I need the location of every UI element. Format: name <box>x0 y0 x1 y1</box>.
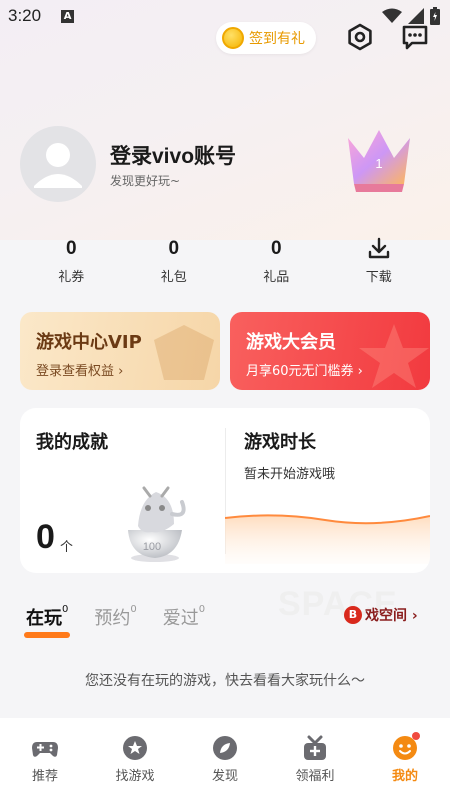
nav-label: 找游戏 <box>115 769 155 784</box>
stat-value: 0 <box>65 238 77 259</box>
game-tabs: 在玩0 预约0 爱过0 <box>24 604 231 638</box>
tab-loved[interactable]: 爱过0 <box>163 604 205 630</box>
nav-recommend[interactable]: 推荐 <box>0 734 90 800</box>
nav-label: 领福利 <box>295 769 335 784</box>
tab-count: 0 <box>198 604 206 615</box>
game-center-vip-card[interactable]: 游戏中心VIP 登录查看权益 › <box>20 312 220 390</box>
membership-title: 游戏大会员 <box>246 332 336 353</box>
nav-find-games[interactable]: 找游戏 <box>90 734 180 800</box>
stats-row: 0 礼券 0 礼包 0 礼品 下载 <box>20 236 430 292</box>
stat-label: 礼品 <box>263 270 290 285</box>
stat-label: 礼券 <box>58 270 85 285</box>
stat-label: 礼包 <box>160 270 187 285</box>
playtime-wave-graph <box>225 514 430 564</box>
nav-label: 推荐 <box>31 769 58 784</box>
signin-reward-button[interactable]: 签到有礼 <box>216 22 316 54</box>
tab-count: 0 <box>130 604 137 615</box>
star-badge-icon <box>123 736 147 760</box>
dragon-trophy-icon: 100 <box>128 486 186 562</box>
gamepad-icon <box>32 742 58 757</box>
stat-downloads[interactable]: 下载 <box>328 236 431 292</box>
download-icon <box>368 237 389 259</box>
stat-label: 下载 <box>365 270 392 285</box>
trophy-badge-text: 100 <box>143 541 161 553</box>
vip-crest-decoration <box>154 325 214 380</box>
stat-gifts[interactable]: 0 礼品 <box>225 236 328 292</box>
empty-state-message: 您还没有在玩的游戏，快去看看大家玩什么～ <box>85 673 365 689</box>
stat-value: 0 <box>270 238 282 259</box>
nav-label: 发现 <box>211 769 238 784</box>
achievements-count: 0 <box>36 518 55 556</box>
battery-icon <box>430 7 440 25</box>
tab-active-indicator <box>24 632 70 638</box>
avatar[interactable] <box>20 126 96 202</box>
tab-label: 预约 <box>94 608 131 629</box>
coin-icon <box>222 27 244 49</box>
bottom-nav: 推荐 找游戏 发现 领福利 我的 <box>0 718 450 800</box>
vip-subtitle: 登录查看权益 › <box>36 364 124 379</box>
login-subtitle: 发现更好玩~ <box>110 174 181 188</box>
game-space-logo-icon: B <box>344 606 362 624</box>
crown-level-icon[interactable]: 1 <box>344 128 414 196</box>
game-membership-card[interactable]: 游戏大会员 月享60元无门槛券 › <box>230 312 430 390</box>
gift-icon <box>304 735 326 760</box>
nav-mine[interactable]: 我的 <box>360 732 450 800</box>
tab-playing[interactable]: 在玩0 <box>24 604 70 638</box>
stat-gift-packs[interactable]: 0 礼包 <box>123 236 226 292</box>
playtime-title: 游戏时长 <box>244 432 316 453</box>
vip-title: 游戏中心VIP <box>36 332 142 353</box>
achievements-playtime-card: 我的成就 0 个 100 游戏时长 暂未开始游戏哦 <box>20 408 430 573</box>
nav-benefits[interactable]: 领福利 <box>270 734 360 800</box>
tab-reserved[interactable]: 预约0 <box>94 604 136 630</box>
login-title[interactable]: 登录vivo账号 <box>110 140 236 170</box>
tab-count: 0 <box>62 604 69 615</box>
compass-leaf-icon <box>213 736 237 760</box>
default-avatar-icon <box>34 143 82 188</box>
nav-label: 我的 <box>391 769 418 784</box>
status-indicator: A <box>61 9 75 23</box>
star-decoration <box>359 324 429 388</box>
game-space-link[interactable]: B 戏空间 › <box>344 605 418 625</box>
settings-hexagon-icon[interactable] <box>345 22 375 52</box>
signin-reward-label: 签到有礼 <box>249 31 305 47</box>
nav-discover[interactable]: 发现 <box>180 734 270 800</box>
stat-coupons[interactable]: 0 礼券 <box>20 236 123 292</box>
tab-label: 爱过 <box>162 608 199 629</box>
wifi-icon <box>382 8 402 23</box>
achievements-unit: 个 <box>60 540 74 555</box>
achievements-title: 我的成就 <box>36 432 108 453</box>
game-space-label: 戏空间 › <box>365 608 418 624</box>
message-icon[interactable] <box>400 22 430 52</box>
membership-subtitle: 月享60元无门槛券 › <box>246 364 363 379</box>
stat-value: 0 <box>168 238 180 259</box>
crown-level-text: 1 <box>375 156 382 171</box>
notification-dot <box>412 732 420 740</box>
status-time: 3:20 <box>8 6 42 25</box>
playtime-subtitle: 暂未开始游戏哦 <box>244 467 336 482</box>
tab-label: 在玩 <box>26 608 62 629</box>
